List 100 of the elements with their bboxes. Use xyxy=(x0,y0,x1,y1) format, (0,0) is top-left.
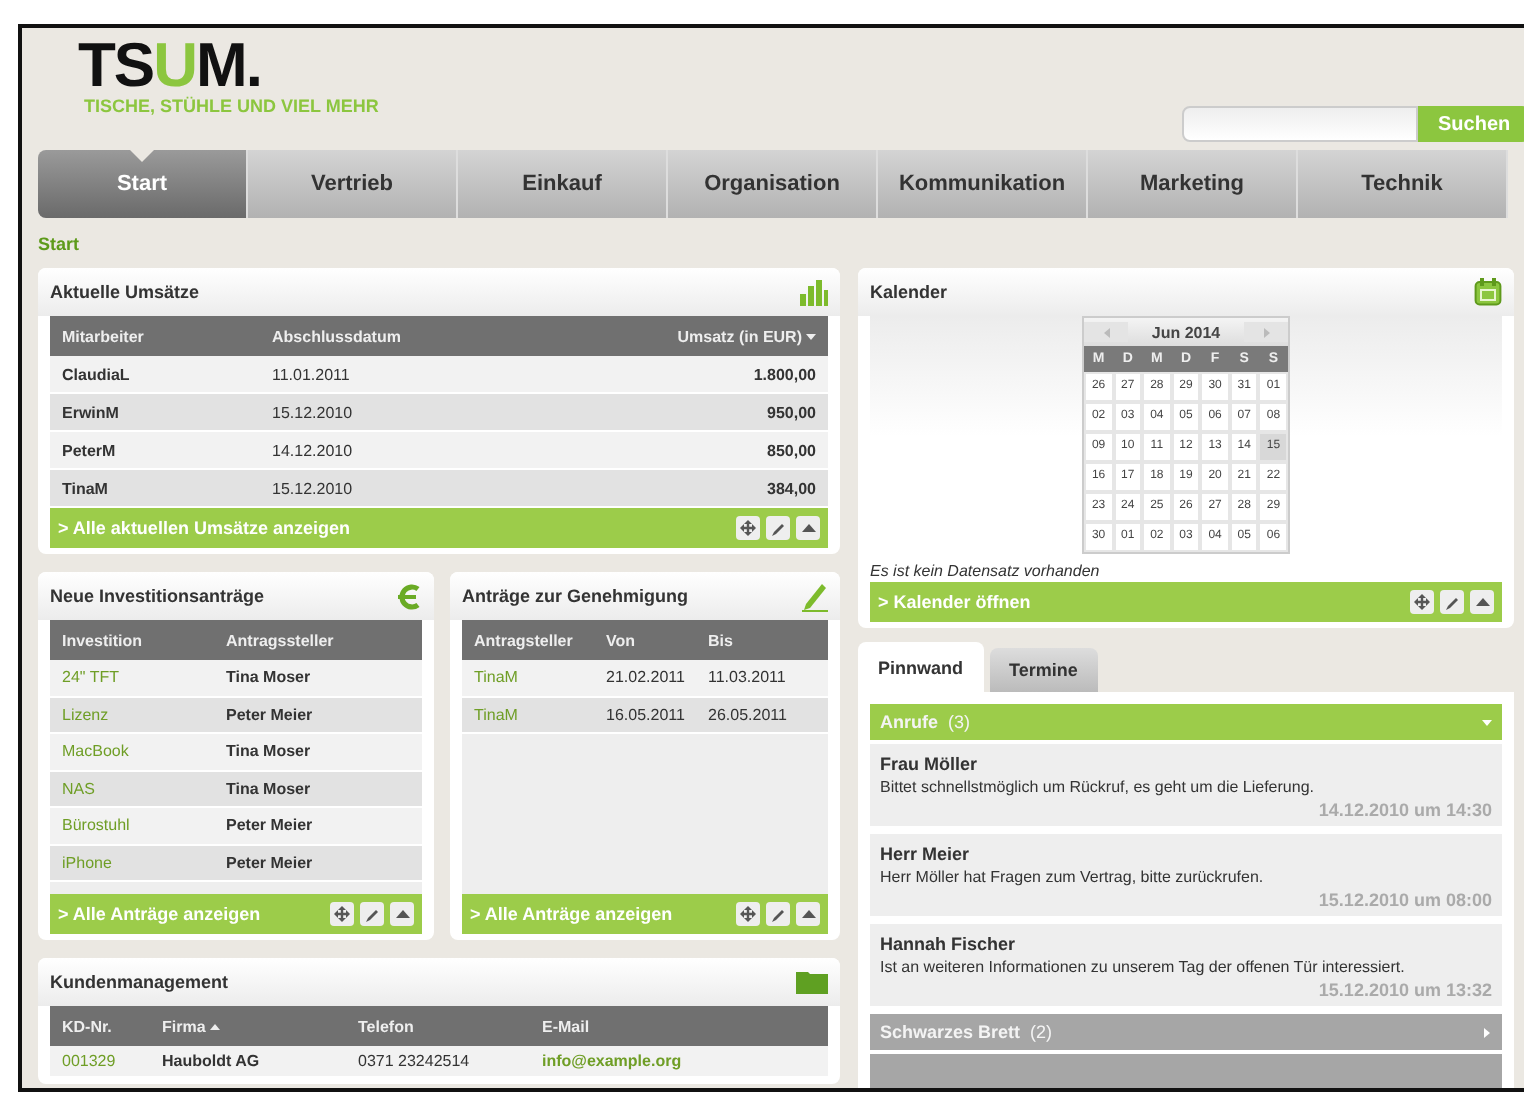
table-row[interactable]: 24" TFT Tina Moser xyxy=(50,660,422,697)
move-button[interactable] xyxy=(736,516,760,540)
caret-down-icon xyxy=(1482,717,1492,727)
euro-icon xyxy=(394,583,422,609)
column-header[interactable]: Mitarbeiter xyxy=(62,327,272,345)
table-cell-text: 21.02.2011 xyxy=(606,668,687,687)
table-row[interactable]: iPhone Peter Meier xyxy=(50,845,422,882)
table-cell-text: Peter Meier xyxy=(226,816,315,835)
move-button[interactable] xyxy=(330,902,354,926)
move-icon xyxy=(740,520,756,536)
table-cell-text: Hauboldt AG xyxy=(162,1052,262,1070)
table-cell-text: 15.12.2010 xyxy=(272,403,355,421)
panel-title: Neue Investitionsanträge xyxy=(50,586,265,606)
move-button[interactable] xyxy=(1410,590,1434,614)
section-count: (3) xyxy=(948,712,972,732)
collapse-button[interactable] xyxy=(796,902,820,926)
section-count: (2) xyxy=(1030,1022,1055,1042)
column-header[interactable]: Antragssteller xyxy=(226,631,410,649)
sort-caret-icon[interactable] xyxy=(806,333,816,339)
column-header[interactable]: KD-Nr. xyxy=(62,1017,162,1035)
move-icon xyxy=(334,906,350,922)
table-row[interactable]: TinaM 15.12.2010 384,00 xyxy=(50,470,828,508)
table-cell-text: 950,00 xyxy=(765,403,816,421)
pencil-icon xyxy=(1445,595,1459,609)
caller-name: Herr Meier xyxy=(880,844,972,864)
column-header[interactable]: Abschlussdatum xyxy=(272,327,576,345)
move-button[interactable] xyxy=(736,902,760,926)
board-tab[interactable]: Pinnwand xyxy=(858,642,983,692)
caret-up-icon xyxy=(801,910,815,918)
pencil-icon xyxy=(771,521,785,535)
nav-tab[interactable]: Einkauf xyxy=(458,150,668,218)
folder-icon xyxy=(796,970,828,994)
edit-button[interactable] xyxy=(1440,590,1464,614)
column-header[interactable]: Antragsteller xyxy=(474,631,606,649)
move-icon xyxy=(1414,594,1430,610)
nav-tab[interactable]: Kommunikation xyxy=(878,150,1088,218)
table-row[interactable]: ClaudiaL 11.01.2011 1.800,00 xyxy=(50,356,828,394)
logo-wordmark: TSUM. xyxy=(78,36,261,96)
table-row[interactable]: Bürostuhl Peter Meier xyxy=(50,808,422,845)
table-cell-text: 15.12.2010 xyxy=(272,479,355,497)
table-row[interactable]: ErwinM 15.12.2010 950,00 xyxy=(50,394,828,432)
nav-tab[interactable]: Organisation xyxy=(668,150,878,218)
message-text: Bittet schnellstmöglich um Rückruf, es geht um die Lieferung. xyxy=(880,778,1316,796)
collapse-button[interactable] xyxy=(1470,590,1494,614)
panel-title: Aktuelle Umsätze xyxy=(50,282,200,302)
nav-tab[interactable]: Technik xyxy=(1298,150,1508,218)
nav-tab[interactable]: Vertrieb xyxy=(248,150,458,218)
column-header[interactable]: Bis xyxy=(708,631,816,649)
edit-button[interactable] xyxy=(360,902,384,926)
edit-button[interactable] xyxy=(766,902,790,926)
table-row[interactable]: Lizenz Peter Meier xyxy=(50,697,422,734)
nav-tab[interactable]: Start xyxy=(38,150,248,218)
table-cell-text: 850,00 xyxy=(765,441,816,459)
edit-button[interactable] xyxy=(766,516,790,540)
panel-title: Kundenmanagement xyxy=(50,972,229,992)
table-cell-text: 11.03.2011 xyxy=(708,668,788,687)
sort-caret-icon[interactable] xyxy=(209,1023,220,1029)
table-row[interactable]: TinaM 16.05.2011 26.05.2011 xyxy=(462,697,828,734)
table-cell-text: TinaM xyxy=(62,479,110,497)
column-header[interactable]: Investition xyxy=(62,631,226,649)
table-cell-text: PeterM xyxy=(62,441,118,459)
column-header[interactable]: E-Mail xyxy=(542,1017,816,1035)
table-row[interactable]: PeterM 14.12.2010 850,00 xyxy=(50,432,828,470)
table-cell-text: ClaudiaL xyxy=(62,365,132,383)
caret-up-icon xyxy=(1475,598,1489,606)
caller-name: Hannah Fischer xyxy=(880,934,1018,954)
table-cell-text: 0371 23242514 xyxy=(358,1052,472,1070)
table-row[interactable]: MacBook Tina Moser xyxy=(50,734,422,771)
calendar-icon xyxy=(1474,278,1502,306)
column-header[interactable]: Telefon xyxy=(358,1017,542,1035)
caret-up-icon xyxy=(801,524,815,532)
nav-tab[interactable]: Marketing xyxy=(1088,150,1298,218)
table-cell-text: Tina Moser xyxy=(226,742,313,761)
search-field[interactable] xyxy=(1182,106,1418,142)
empty-note: Es ist kein Datensatz vorhanden xyxy=(870,562,1102,580)
table-cell-text: Tina Moser xyxy=(226,668,313,687)
chevron-left-icon xyxy=(1103,327,1109,337)
panel-title: Kalender xyxy=(870,282,948,302)
section-title: Schwarzes Brett xyxy=(880,1022,1021,1042)
move-icon xyxy=(740,906,756,922)
section-title: Anrufe xyxy=(880,712,938,732)
collapse-button[interactable] xyxy=(796,516,820,540)
board-tab[interactable]: Termine xyxy=(989,648,1098,692)
pencil-icon xyxy=(771,907,785,921)
column-header[interactable]: Von xyxy=(606,631,708,649)
column-header[interactable]: Umsatz (in EUR) xyxy=(576,327,816,345)
calendar-month: Jun 2014 xyxy=(1151,323,1221,341)
pencil-icon xyxy=(365,907,379,921)
table-cell-text: 11.01.2011 xyxy=(272,365,352,383)
table-row[interactable]: TinaM 21.02.2011 11.03.2011 xyxy=(462,660,828,697)
chevron-right-icon xyxy=(1263,327,1269,337)
pencil-icon xyxy=(802,581,828,611)
table-cell-text: Peter Meier xyxy=(226,705,315,724)
bar-chart-icon xyxy=(800,279,828,305)
collapse-button[interactable] xyxy=(390,902,414,926)
caret-right-icon xyxy=(1482,1027,1492,1037)
table-cell-text: 14.12.2010 xyxy=(272,441,355,459)
table-row[interactable]: NAS Tina Moser xyxy=(50,771,422,808)
table-cell-text: 16.05.2011 xyxy=(606,705,687,724)
column-header[interactable]: Firma xyxy=(162,1017,358,1035)
